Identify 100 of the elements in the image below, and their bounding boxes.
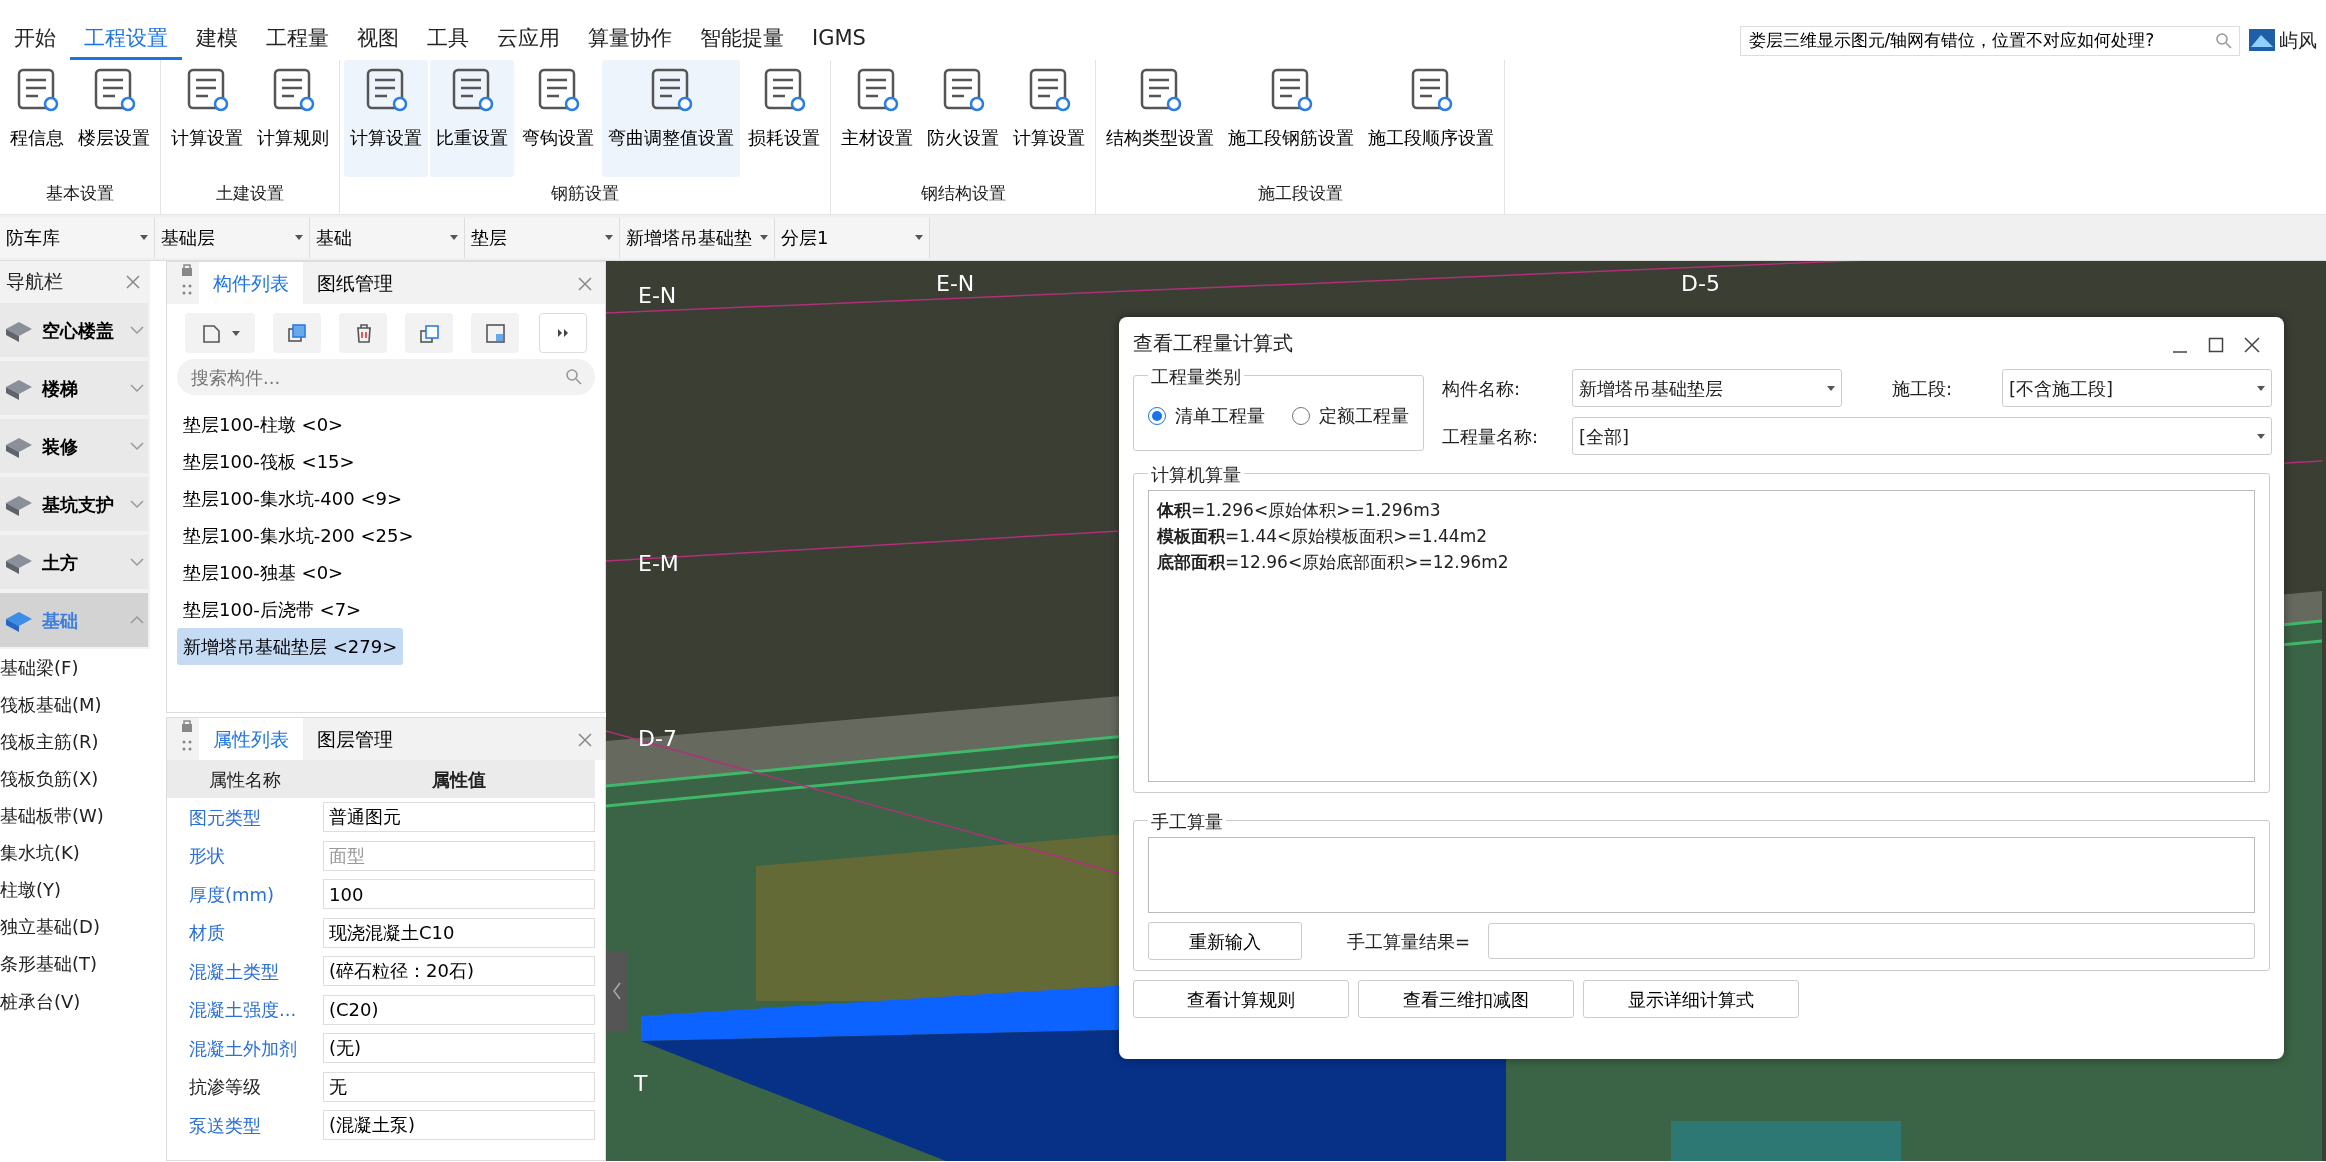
dialog-button[interactable]: 显示详细计算式: [1583, 980, 1799, 1018]
property-value-field[interactable]: 无: [323, 1071, 595, 1102]
ribbon-button[interactable]: 比重设置: [430, 60, 514, 177]
chevron-down-icon: [130, 557, 144, 567]
field-label: 构件名称:: [1442, 376, 1522, 401]
component-item[interactable]: 垫层100-柱墩 <0>: [177, 405, 350, 443]
search-box[interactable]: 搜索构件...: [177, 359, 595, 395]
copy-icon: [286, 322, 308, 344]
menu-tab[interactable]: 工具: [413, 20, 483, 60]
search-field[interactable]: 搜索构件...: [189, 362, 565, 392]
property-name: 材质: [188, 921, 226, 946]
ribbon-button[interactable]: 计算设置: [344, 60, 428, 177]
result-field[interactable]: [1488, 923, 2255, 959]
property-value-field[interactable]: (无): [323, 1033, 595, 1064]
axis-label: E-N: [936, 271, 975, 296]
property-value-field[interactable]: (C20): [323, 994, 595, 1025]
filter-dropdown[interactable]: 分层1: [775, 217, 930, 258]
quantity-name-dropdown[interactable]: [全部]: [1572, 417, 2272, 455]
layers-copy-icon: [418, 322, 440, 344]
ribbon-button[interactable]: 弯钩设置: [516, 60, 600, 177]
menu-tab[interactable]: 云应用: [483, 20, 574, 60]
formula-line: 底部面积=12.96<原始底部面积>=12.96m2: [1157, 551, 1510, 574]
formula-line: 体积=1.296<原始体积>=1.296m3: [1157, 499, 1442, 522]
manual-input-area[interactable]: [1148, 837, 2255, 913]
search-icon: [565, 368, 583, 386]
dialog-button[interactable]: 查看三维扣减图: [1358, 980, 1574, 1018]
filter-dropdown[interactable]: 基础层: [155, 217, 310, 258]
more-button[interactable]: [539, 313, 587, 353]
save-as-icon: [484, 322, 506, 344]
ribbon-button[interactable]: 计算设置: [1007, 60, 1091, 177]
ribbon-button[interactable]: 计算规则: [251, 60, 335, 177]
menu-tab[interactable]: 视图: [343, 20, 413, 60]
component-item[interactable]: 垫层100-筏板 <15>: [177, 442, 361, 480]
nav-category[interactable]: 基坑支护: [0, 477, 148, 531]
ribbon-button[interactable]: 结构类型设置: [1100, 60, 1220, 177]
toolbar-button[interactable]: [405, 313, 453, 353]
ribbon-button[interactable]: 损耗设置: [742, 60, 826, 177]
menu-tab[interactable]: 智能提量: [686, 20, 798, 60]
menu-tab[interactable]: 工程量: [252, 20, 343, 60]
toolbar-button[interactable]: [471, 313, 519, 353]
collapse-handle[interactable]: [606, 951, 628, 1031]
menu-tab[interactable]: 工程设置: [70, 20, 182, 60]
property-name: 泵送类型: [188, 1113, 262, 1138]
nav-category[interactable]: 装修: [0, 419, 148, 473]
component-item[interactable]: 新增塔吊基础垫层 <279>: [177, 627, 404, 665]
component-name-dropdown[interactable]: 新增塔吊基础垫层: [1572, 369, 1842, 407]
stage-dropdown[interactable]: [不含施工段]: [2002, 369, 2272, 407]
caret-icon: [2257, 385, 2265, 391]
field-label: 施工段:: [1891, 376, 1954, 401]
nav-category[interactable]: 空心楼盖: [0, 303, 148, 357]
axis-label: T: [634, 1071, 648, 1096]
chevron-down-icon: [130, 383, 144, 393]
component-item[interactable]: 垫层100-独基 <0>: [177, 553, 350, 591]
property-name: 厚度(mm): [188, 882, 276, 907]
panel-tab[interactable]: 构件列表: [199, 262, 303, 304]
nav-category[interactable]: 楼梯: [0, 361, 148, 415]
radio-label: 定额工程量: [1319, 404, 1409, 428]
ribbon-button[interactable]: 楼层设置: [72, 60, 156, 177]
component-item[interactable]: 垫层100-后浇带 <7>: [177, 590, 368, 628]
axis-label: E-M: [638, 551, 679, 576]
radio-label: 清单工程量: [1175, 404, 1265, 428]
filter-dropdown[interactable]: 防车库: [0, 217, 155, 258]
ribbon-button[interactable]: 计算设置: [165, 60, 249, 177]
dialog-button[interactable]: 查看计算规则: [1133, 980, 1349, 1018]
panel-tab[interactable]: 属性列表: [199, 718, 303, 760]
menu-tab[interactable]: 建模: [182, 20, 252, 60]
menu-tab[interactable]: IGMS: [798, 20, 880, 60]
ribbon-button[interactable]: 施工段顺序设置: [1362, 60, 1500, 177]
filter-dropdown[interactable]: 垫层: [465, 217, 620, 258]
chevron-up-icon: [130, 615, 144, 625]
nav-item[interactable]: 桩承台(V): [0, 988, 81, 1015]
panel-tab[interactable]: 图层管理: [303, 718, 407, 760]
ribbon-button[interactable]: 主材设置: [835, 60, 919, 177]
component-item[interactable]: 垫层100-集水坑-400 <9>: [177, 479, 409, 517]
property-value-field[interactable]: 现浇混凝土C10: [323, 917, 595, 948]
formula-line: 模板面积=1.44<原始模板面积>=1.44m2: [1157, 525, 1489, 548]
filter-dropdown[interactable]: 基础: [310, 217, 465, 258]
menu-tab[interactable]: 算量协作: [574, 20, 686, 60]
filter-dropdown[interactable]: 新增塔吊基础垫: [620, 217, 775, 258]
property-name: 图元类型: [188, 805, 262, 830]
property-value-field[interactable]: 普通图元: [323, 802, 595, 833]
nav-category[interactable]: 土方: [0, 535, 148, 589]
toolbar-button[interactable]: [273, 313, 321, 353]
menu-tab[interactable]: 开始: [0, 20, 70, 60]
ribbon-group-label: 施工段设置: [1256, 181, 1344, 205]
reset-button[interactable]: 重新输入: [1148, 922, 1302, 960]
ribbon-button[interactable]: 弯曲调整值设置: [602, 60, 740, 177]
toolbar-button[interactable]: [339, 313, 387, 353]
user-name[interactable]: 屿风: [2279, 25, 2317, 55]
property-value-field[interactable]: (碎石粒径：20石): [323, 956, 595, 987]
ribbon-button[interactable]: 施工段钢筋设置: [1222, 60, 1360, 177]
toolbar-button[interactable]: [185, 313, 255, 353]
ribbon-button[interactable]: 防火设置: [921, 60, 1005, 177]
ribbon-group-label: 钢结构设置: [919, 181, 1007, 205]
component-item[interactable]: 垫层100-集水坑-200 <25>: [177, 516, 420, 554]
property-value-field[interactable]: 100: [323, 879, 595, 910]
ribbon-button[interactable]: 程信息: [4, 60, 70, 177]
double-arrow-icon: [557, 328, 569, 338]
property-value-field[interactable]: (混凝土泵): [323, 1110, 595, 1141]
panel-tab[interactable]: 图纸管理: [303, 262, 407, 304]
